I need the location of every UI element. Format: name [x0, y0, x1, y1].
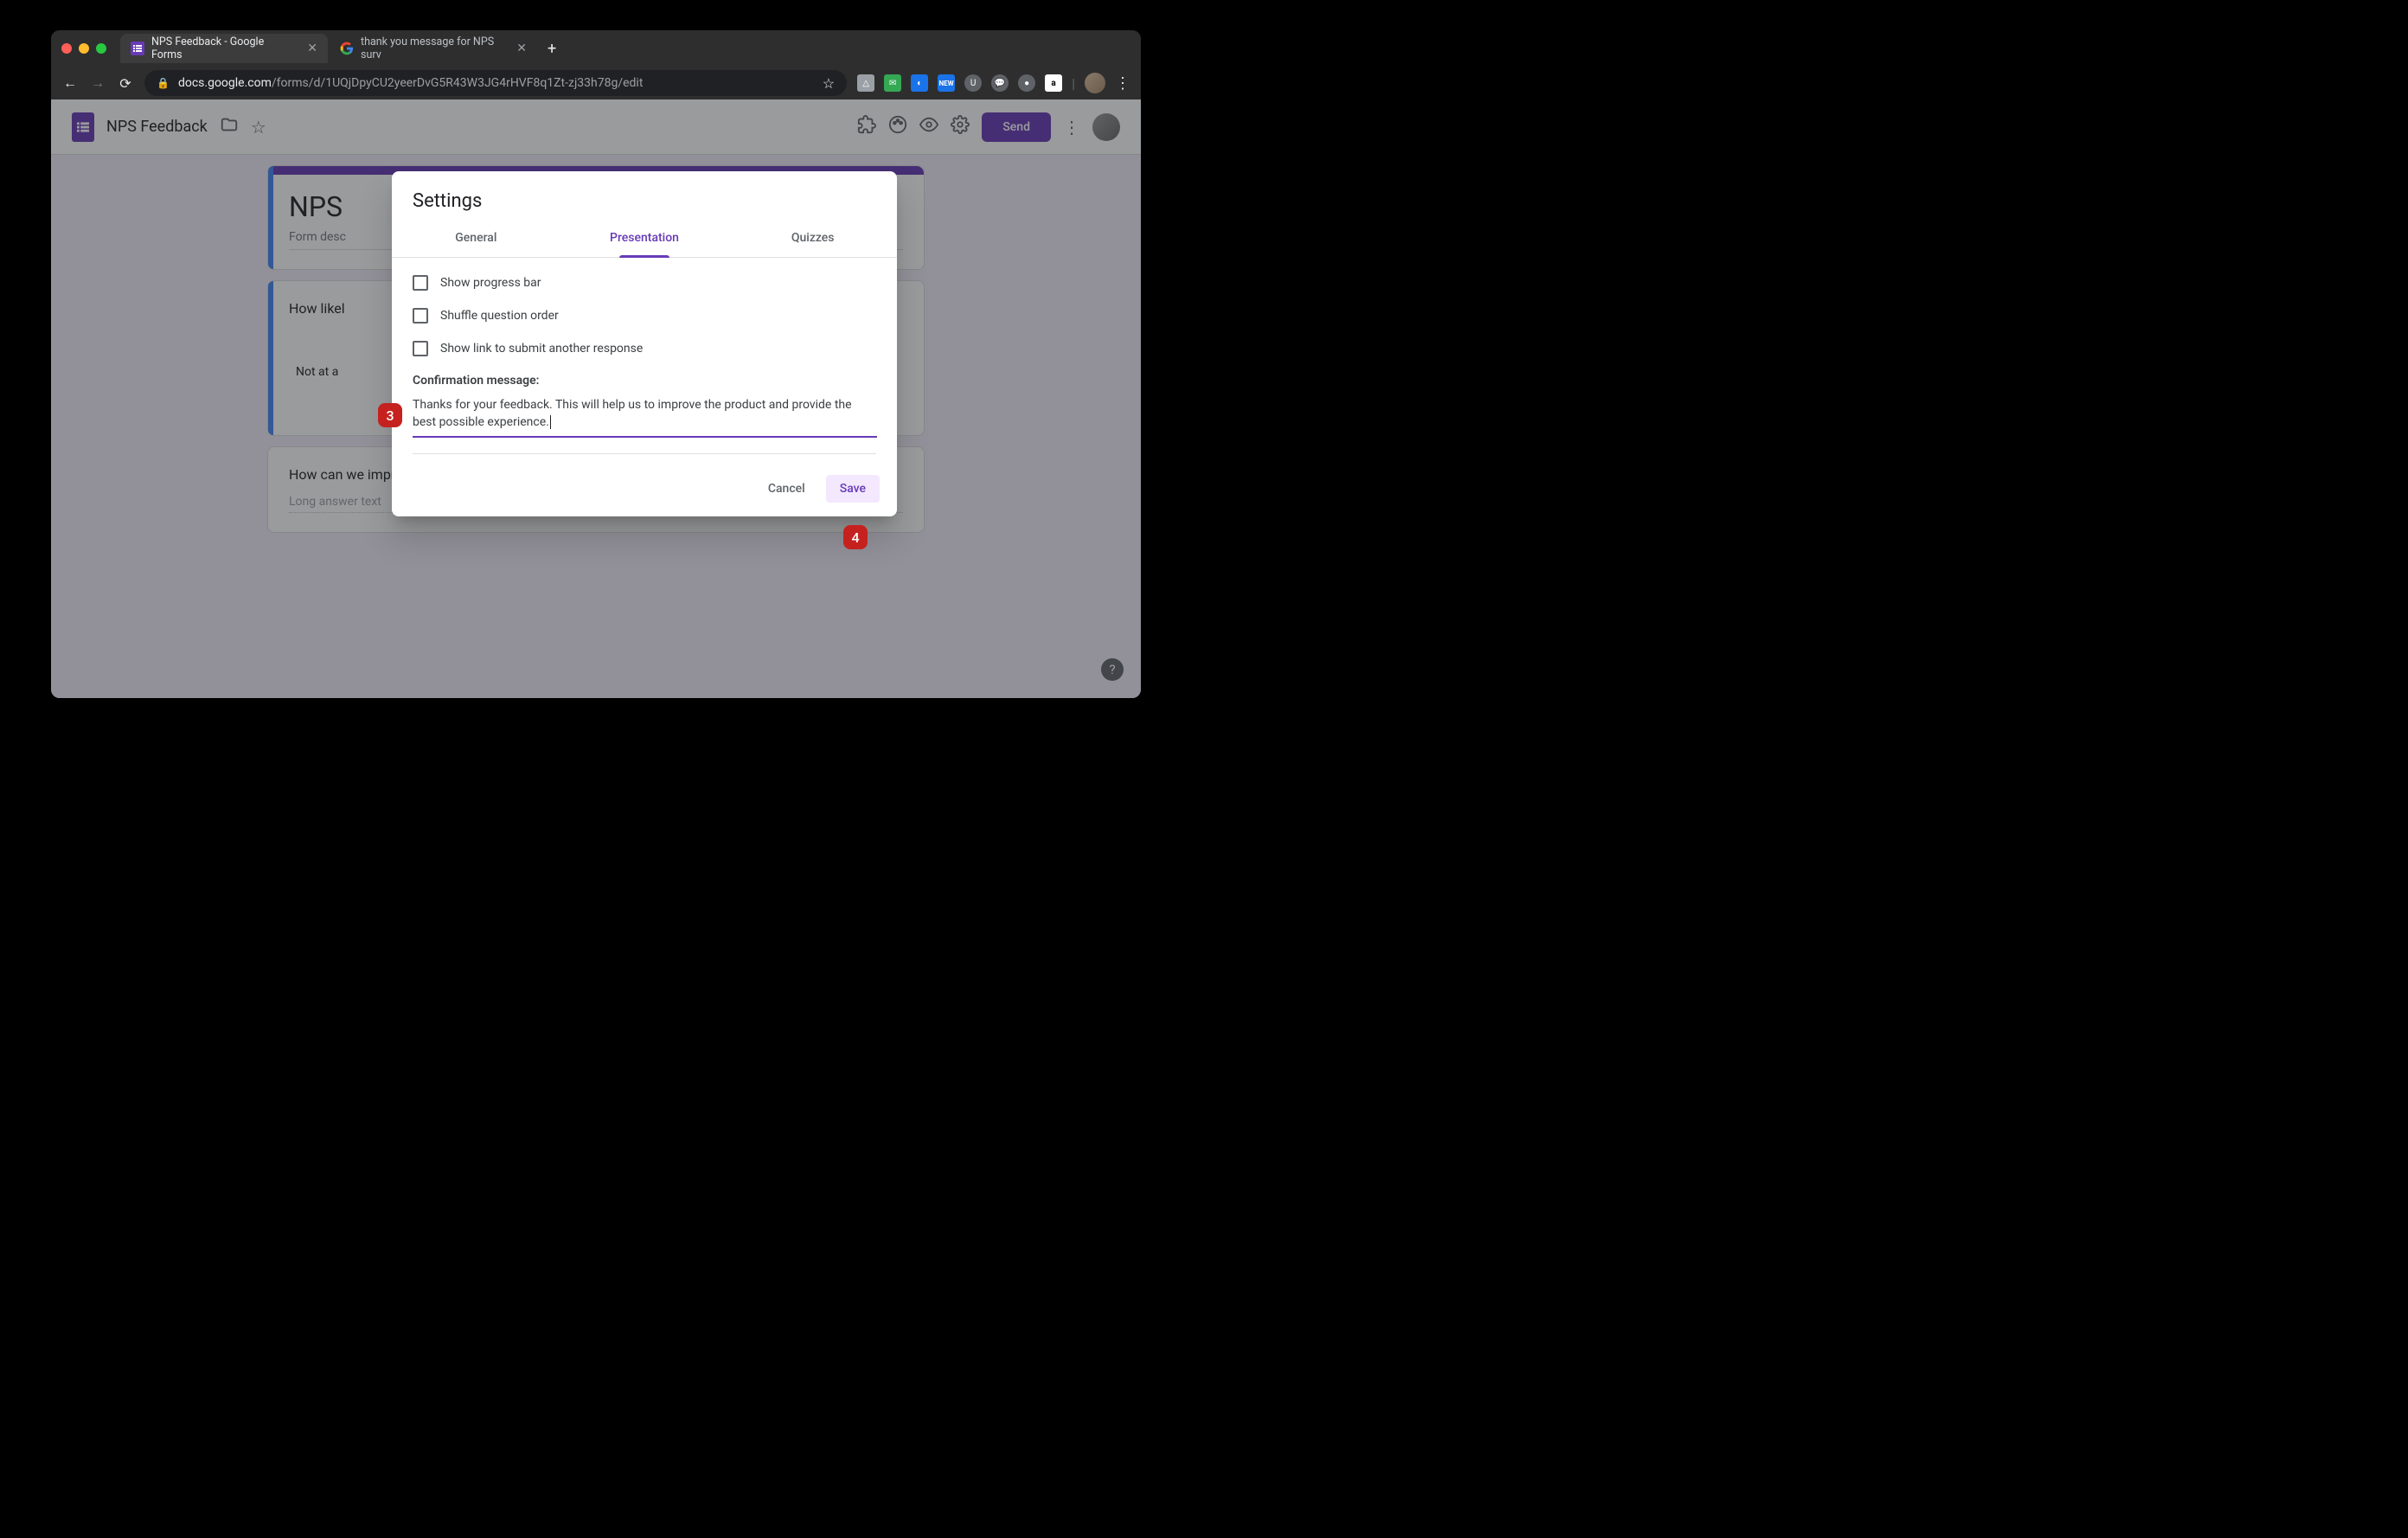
profile-avatar[interactable] [1085, 73, 1105, 93]
tab-nps-feedback[interactable]: NPS Feedback - Google Forms ✕ [120, 34, 328, 63]
checkbox-icon[interactable] [413, 341, 428, 356]
confirmation-label: Confirmation message: [413, 374, 876, 388]
tab-title: NPS Feedback - Google Forms [151, 35, 297, 61]
tab-general[interactable]: General [392, 219, 560, 257]
checkbox-progress-bar[interactable]: Show progress bar [413, 275, 876, 291]
cancel-button[interactable]: Cancel [754, 475, 819, 503]
checkbox-label: Show progress bar [440, 276, 541, 290]
settings-modal: Settings General Presentation Quizzes Sh… [392, 171, 897, 516]
new-tab-button[interactable]: + [539, 40, 565, 58]
modal-tabs: General Presentation Quizzes [392, 219, 897, 258]
google-icon [340, 42, 354, 55]
browser-window: NPS Feedback - Google Forms ✕ thank you … [51, 30, 1141, 698]
address-bar[interactable]: 🔒 docs.google.com/forms/d/1UQjDpyCU2yeer… [144, 70, 847, 96]
checkbox-icon[interactable] [413, 275, 428, 291]
checkbox-icon[interactable] [413, 308, 428, 324]
drive-icon[interactable]: △ [857, 74, 874, 92]
extension-icon[interactable]: a [1045, 74, 1062, 92]
modal-body: Show progress bar Shuffle question order… [392, 258, 897, 461]
window-controls [61, 43, 106, 54]
confirmation-message-input[interactable]: Thanks for your feedback. This will help… [413, 396, 877, 438]
extension-icon[interactable]: ● [1018, 74, 1035, 92]
extension-icon[interactable]: 💬 [991, 74, 1009, 92]
close-tab-icon[interactable]: ✕ [307, 42, 317, 55]
divider [413, 453, 876, 454]
browser-menu-icon[interactable]: ⋮ [1115, 74, 1130, 93]
checkbox-label: Show link to submit another response [440, 342, 643, 356]
forms-icon [131, 42, 144, 55]
bookmark-icon[interactable]: ☆ [823, 75, 835, 92]
back-button[interactable]: ← [61, 74, 79, 92]
tab-title: thank you message for NPS surv [361, 35, 506, 61]
browser-tab-strip: NPS Feedback - Google Forms ✕ thank you … [51, 30, 1141, 67]
lock-icon: 🔒 [157, 77, 170, 89]
url-bar: ← → ⟳ 🔒 docs.google.com/forms/d/1UQjDpyC… [51, 67, 1141, 99]
modal-actions: Cancel Save [392, 461, 897, 516]
tab-quizzes[interactable]: Quizzes [728, 219, 897, 257]
annotation-step-3: 3 [378, 403, 402, 427]
extension-icons: △ ✉ ◐ NEW U 💬 ● a | ⋮ [857, 73, 1130, 93]
close-tab-icon[interactable]: ✕ [516, 42, 527, 55]
save-button[interactable]: Save [826, 475, 880, 503]
extension-icon[interactable]: NEW [938, 74, 955, 92]
checkbox-shuffle[interactable]: Shuffle question order [413, 308, 876, 324]
annotation-step-4: 4 [843, 525, 868, 549]
forward-button[interactable]: → [89, 74, 106, 92]
extension-icon[interactable]: ◐ [911, 74, 928, 92]
tabs-container: NPS Feedback - Google Forms ✕ thank you … [120, 30, 565, 67]
url-text: docs.google.com/forms/d/1UQjDpyCU2yeerDv… [178, 76, 814, 90]
close-window-icon[interactable] [61, 43, 72, 54]
reload-button[interactable]: ⟳ [117, 75, 134, 92]
tab-presentation[interactable]: Presentation [560, 219, 729, 257]
tab-google-search[interactable]: thank you message for NPS surv ✕ [330, 34, 537, 63]
checkbox-submit-another[interactable]: Show link to submit another response [413, 341, 876, 356]
modal-title: Settings [392, 171, 897, 219]
maximize-window-icon[interactable] [96, 43, 106, 54]
checkbox-label: Shuffle question order [440, 309, 559, 323]
minimize-window-icon[interactable] [79, 43, 89, 54]
extension-icon[interactable]: ✉ [884, 74, 901, 92]
extension-icon[interactable]: U [964, 74, 982, 92]
